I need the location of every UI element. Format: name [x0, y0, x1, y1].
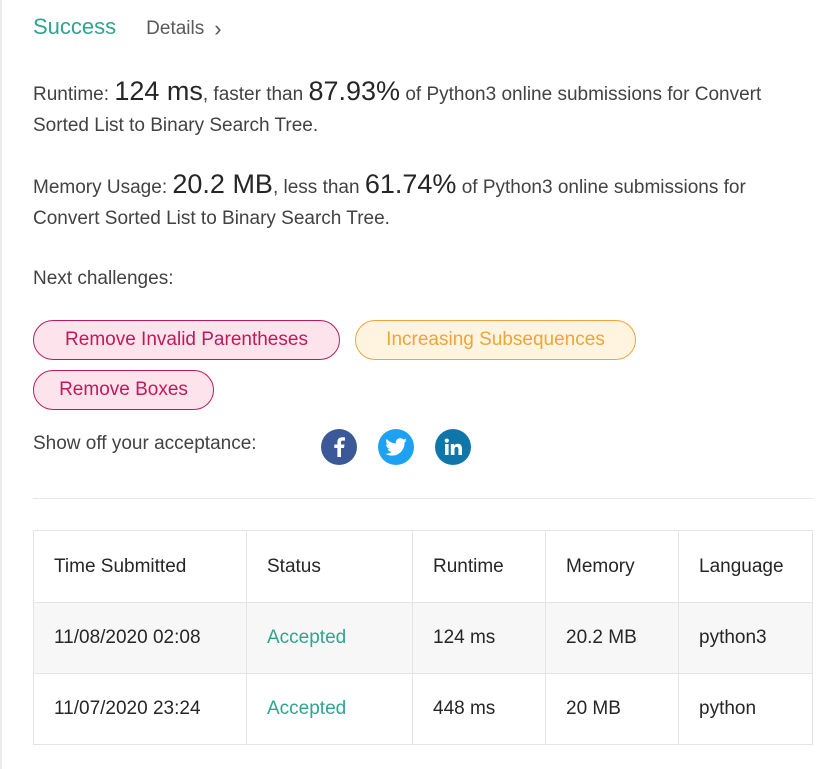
cell-memory: 20.2 MB	[545, 602, 679, 674]
cell-time-submitted: 11/08/2020 02:08	[33, 602, 247, 674]
column-header[interactable]: Time Submitted	[33, 530, 247, 603]
memory-percent: 61.74%	[364, 169, 457, 199]
column-header[interactable]: Status	[246, 530, 413, 603]
details-label: Details	[146, 18, 205, 39]
linkedin-icon[interactable]	[435, 429, 471, 465]
memory-stat: Memory Usage: 20.2 MB, less than 61.74% …	[33, 169, 813, 234]
column-header[interactable]: Memory	[545, 530, 679, 603]
left-border	[0, 0, 2, 769]
table-row: 11/07/2020 23:24 Accepted 448 ms 20 MB p…	[33, 673, 813, 745]
chevron-right-icon: ›	[214, 16, 222, 41]
cell-status-link[interactable]: Accepted	[246, 602, 413, 674]
cell-status-link[interactable]: Accepted	[246, 673, 413, 745]
runtime-value: 124 ms	[114, 76, 203, 106]
challenge-increasing-subsequences[interactable]: Increasing Subsequences	[355, 320, 636, 360]
runtime-percent: 87.93%	[308, 76, 401, 106]
memory-value: 20.2 MB	[172, 169, 273, 199]
result-header: Success Details ›	[33, 14, 222, 40]
cell-time-submitted: 11/07/2020 23:24	[33, 673, 247, 745]
column-header[interactable]: Language	[678, 530, 813, 603]
table-header-row: Time Submitted Status Runtime Memory Lan…	[33, 530, 813, 603]
section-divider	[33, 498, 813, 499]
runtime-stat: Runtime: 124 ms, faster than 87.93% of P…	[33, 76, 813, 141]
facebook-icon[interactable]	[321, 429, 357, 465]
challenge-remove-invalid-parentheses[interactable]: Remove Invalid Parentheses	[33, 320, 340, 360]
cell-language: python	[678, 673, 813, 745]
next-challenges-label: Next challenges:	[33, 268, 174, 289]
table-row: 11/08/2020 02:08 Accepted 124 ms 20.2 MB…	[33, 602, 813, 674]
twitter-icon[interactable]	[378, 429, 414, 465]
details-link[interactable]: Details ›	[146, 18, 221, 40]
submissions-table: Time Submitted Status Runtime Memory Lan…	[33, 530, 813, 745]
column-header[interactable]: Runtime	[412, 530, 546, 603]
runtime-mid: , faster than	[202, 84, 304, 105]
cell-runtime: 448 ms	[412, 673, 546, 745]
runtime-label: Runtime:	[33, 84, 110, 105]
memory-mid: , less than	[272, 177, 360, 198]
cell-memory: 20 MB	[545, 673, 679, 745]
status-title: Success	[33, 14, 117, 39]
cell-language: python3	[678, 602, 813, 674]
share-label: Show off your acceptance:	[33, 433, 257, 454]
challenge-remove-boxes[interactable]: Remove Boxes	[33, 370, 214, 410]
memory-label: Memory Usage:	[33, 177, 168, 198]
cell-runtime: 124 ms	[412, 602, 546, 674]
